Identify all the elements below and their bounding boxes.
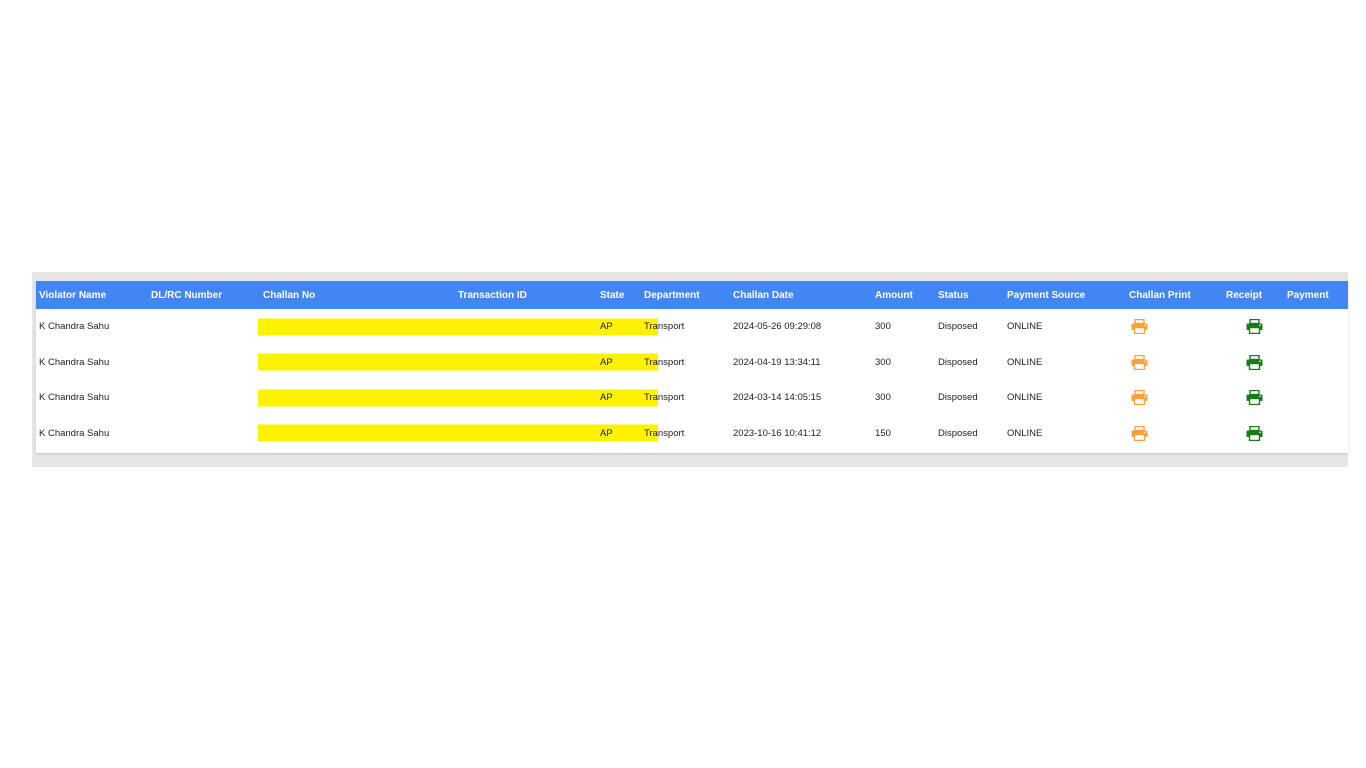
payment-source-cell: ONLINE [1007,427,1043,439]
header-state: State [600,289,625,301]
transaction-id-cell [455,309,597,345]
department-cell: Transport [644,356,685,368]
challan-date-cell: 2024-03-14 14:05:15 [733,392,822,404]
challan-table-container: Violator Name DL/RC Number Challan No Tr… [36,281,1348,453]
challan-print-cell [1126,309,1223,345]
status-cell: Disposed [938,392,978,404]
receipt-cell [1223,380,1284,416]
amount-cell: 300 [875,356,891,368]
state-cell: AP [600,427,613,439]
header-department: Department [644,289,700,301]
status-cell: Disposed [938,427,978,439]
header-status: Status [938,289,969,301]
challan-no-cell [260,309,455,345]
dl-rc-number-cell [148,416,658,452]
table-row: K Chandra Sahu AP Transport 2024-05-26 0… [36,309,1348,345]
receipt-print-icon[interactable] [1246,354,1263,370]
challan-date-cell: 2024-04-19 13:34:11 [733,356,821,368]
table-row: K Chandra Sahu AP Transport 2024-04-19 1… [36,345,1348,381]
payment-source-cell: ONLINE [1007,392,1043,404]
receipt-cell [1223,309,1284,345]
state-cell: AP [600,392,613,404]
challan-print-icon[interactable] [1131,354,1148,370]
status-cell: Disposed [938,321,978,333]
transaction-id-cell [455,345,597,381]
payment-source-cell: ONLINE [1007,321,1043,333]
header-dl-rc-number: DL/RC Number [151,289,223,301]
challan-print-icon[interactable] [1131,390,1148,406]
dl-rc-number-cell [148,380,658,416]
state-cell: AP [600,321,613,333]
amount-cell: 150 [875,427,891,439]
transaction-id-cell [455,380,597,416]
payment-cell [1284,345,1348,381]
challan-print-icon[interactable] [1131,319,1148,335]
challan-print-cell [1126,380,1223,416]
amount-cell: 300 [875,392,891,404]
challan-no-cell [260,345,455,381]
payment-source-cell: ONLINE [1007,356,1043,368]
header-payment: Payment [1287,289,1329,301]
violator-name-cell: K Chandra Sahu [39,427,110,439]
status-cell: Disposed [938,356,978,368]
challan-no-cell [260,380,455,416]
header-violator-name: Violator Name [39,289,107,301]
challan-print-icon[interactable] [1131,425,1148,441]
payment-cell [1284,416,1348,452]
table-header-row: Violator Name DL/RC Number Challan No Tr… [36,281,1348,309]
header-challan-date: Challan Date [733,289,794,301]
results-panel: Violator Name DL/RC Number Challan No Tr… [32,272,1348,467]
dl-rc-number-cell [148,345,658,381]
header-challan-no: Challan No [263,289,316,301]
amount-cell: 300 [875,321,891,333]
receipt-print-icon[interactable] [1246,319,1263,335]
table-row: K Chandra Sahu AP Transport 2024-03-14 1… [36,380,1348,416]
receipt-cell [1223,416,1284,452]
department-cell: Transport [644,321,685,333]
header-receipt: Receipt [1226,289,1263,301]
payment-cell [1284,309,1348,345]
table-row: K Chandra Sahu AP Transport 2023-10-16 1… [36,416,1348,452]
challan-print-cell [1126,345,1223,381]
state-cell: AP [600,356,613,368]
dl-rc-number-cell [148,309,658,345]
challan-print-cell [1126,416,1223,452]
receipt-print-icon[interactable] [1246,425,1263,441]
receipt-cell [1223,345,1284,381]
violator-name-cell: K Chandra Sahu [39,321,110,333]
challan-table: Violator Name DL/RC Number Challan No Tr… [36,281,1348,451]
header-challan-print: Challan Print [1129,289,1191,301]
transaction-id-cell [455,416,597,452]
receipt-print-icon[interactable] [1246,390,1263,406]
header-transaction-id: Transaction ID [458,289,527,301]
header-payment-source: Payment Source [1007,289,1086,301]
violator-name-cell: K Chandra Sahu [39,392,110,404]
challan-date-cell: 2024-05-26 09:29:08 [733,321,822,333]
payment-cell [1284,380,1348,416]
header-amount: Amount [875,289,913,301]
violator-name-cell: K Chandra Sahu [39,356,110,368]
challan-date-cell: 2023-10-16 10:41:12 [733,427,822,439]
challan-no-cell [260,416,455,452]
department-cell: Transport [644,392,685,404]
department-cell: Transport [644,427,685,439]
